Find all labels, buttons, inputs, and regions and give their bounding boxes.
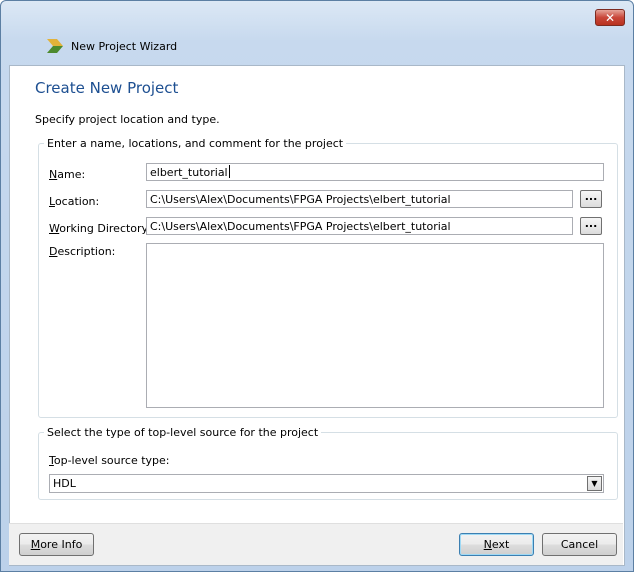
source-type-legend: Select the type of top-level source for … [47,426,319,439]
location-label: Location: [49,195,100,208]
description-label: Description: [49,245,116,258]
working-directory-label: Working Directory: [49,222,151,235]
working-directory-input[interactable]: C:\Users\Alex\Documents\FPGA Projects\el… [146,217,573,235]
cancel-button[interactable]: Cancel [542,533,617,556]
page-subtitle: Specify project location and type. [35,113,220,126]
description-textarea[interactable] [146,243,604,408]
project-details-legend: Enter a name, locations, and comment for… [47,137,344,150]
browse-working-directory-button[interactable]: ... [580,217,602,235]
name-label: Name: [49,168,86,181]
more-info-button[interactable]: More Info [19,533,94,556]
source-type-label: Top-level source type: [49,454,170,467]
close-button[interactable]: ✕ [595,9,625,26]
wizard-footer: More Info Next Cancel [9,523,623,565]
name-input[interactable]: elbert_tutorial [146,163,604,181]
title-bar: New Project Wizard [47,37,177,55]
xilinx-wizard-icon [47,39,63,53]
close-icon: ✕ [604,11,616,25]
location-input[interactable]: C:\Users\Alex\Documents\FPGA Projects\el… [146,190,573,208]
source-type-value: HDL [53,477,76,490]
wizard-window: ✕ New Project Wizard Create New Project … [0,0,634,572]
wizard-content: Create New Project Specify project locat… [9,65,625,566]
next-button[interactable]: Next [459,533,534,556]
text-caret [228,165,230,178]
window-title: New Project Wizard [71,39,178,53]
source-type-select[interactable]: HDL ▼ [49,474,604,493]
chevron-down-icon[interactable]: ▼ [587,476,602,491]
page-title: Create New Project [35,79,179,97]
browse-location-button[interactable]: ... [580,190,602,208]
